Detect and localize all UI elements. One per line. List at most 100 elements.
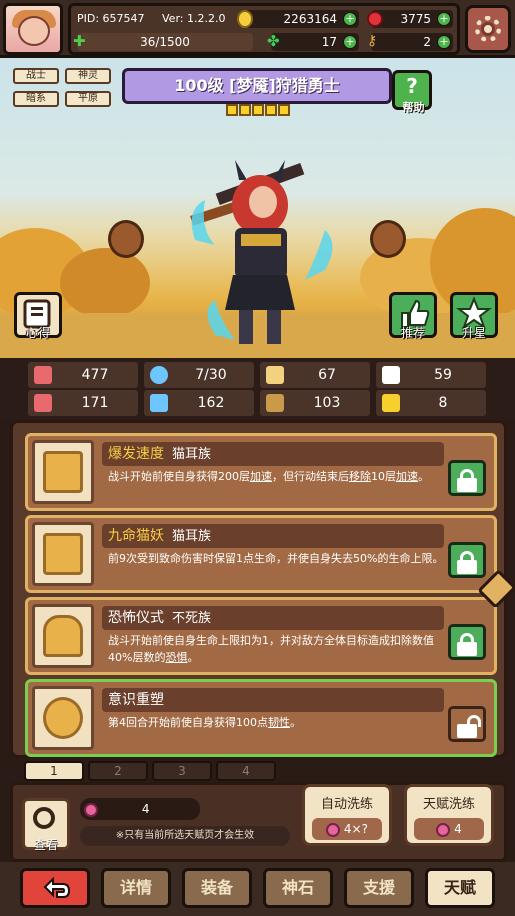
fruit-icon	[436, 822, 451, 837]
unlock-button[interactable]	[448, 706, 486, 742]
clover-value: 17	[321, 35, 337, 49]
magnifier-icon	[33, 807, 55, 829]
tag-plains: 平原	[65, 91, 111, 107]
gear-center	[481, 22, 495, 36]
key-counter: ⚷ 2 +	[367, 33, 453, 51]
nav-talent[interactable]: 天赋	[425, 868, 495, 908]
hero-stats: 477 7/30 67 59 171 162 103 8	[0, 358, 515, 420]
gold-value: 2263164	[283, 12, 337, 26]
talent-name: 爆发速度	[108, 446, 164, 462]
star-up-button[interactable]: 升星	[450, 292, 498, 340]
stat-hp: 477	[28, 362, 138, 388]
stat-mana: 7/30	[144, 362, 254, 388]
talent-wash-cost-value: 4	[454, 822, 462, 836]
keyword-link[interactable]: 移除	[349, 470, 371, 483]
stat-speed: 59	[376, 362, 486, 388]
nav-details[interactable]: 详情	[101, 868, 171, 908]
desc-text: 10层	[371, 470, 396, 483]
hero-sprite	[190, 160, 333, 344]
ruby-gem-icon	[367, 11, 383, 27]
talent-page-tab-1[interactable]: 1	[24, 761, 84, 781]
talent-wash-cost: 4	[414, 818, 484, 840]
add-keys-button[interactable]: +	[437, 35, 451, 49]
settings-button[interactable]	[465, 5, 511, 53]
add-gems-button[interactable]: +	[437, 12, 451, 26]
desc-text: 。	[418, 470, 429, 483]
star-icon	[239, 104, 251, 116]
return-arrow-icon	[43, 876, 71, 898]
clover-icon: ✤	[267, 32, 280, 50]
talent-card[interactable]: 意识重塑 第4回合开始前使自身获得100点韧性。	[25, 679, 497, 757]
desc-text: 。	[290, 716, 301, 729]
water-drop-icon	[150, 366, 168, 384]
talent-page-tab-2[interactable]: 2	[88, 761, 148, 781]
question-icon: ?	[406, 74, 418, 98]
keyword-link[interactable]: 韧性	[268, 716, 290, 729]
add-clover-button[interactable]: +	[343, 35, 357, 49]
auto-wash-cost: 4×?	[312, 818, 382, 840]
back-button[interactable]	[20, 868, 90, 908]
recommend-button[interactable]: 推荐	[389, 292, 437, 340]
auto-wash-button[interactable]: 自动洗练 4×?	[302, 784, 392, 846]
lock-button[interactable]	[448, 460, 486, 496]
desc-text: 第4回合开始前使自身获得100点	[108, 716, 268, 729]
wing-icon	[382, 366, 400, 384]
cat-head-icon	[32, 440, 94, 504]
desc-text: 前9次受到致命伤害时保留1点生命，并使自身失去50%的生命上限。	[108, 552, 444, 565]
nav-god-stone[interactable]: 神石	[263, 868, 333, 908]
player-id: PID: 657547	[77, 11, 145, 25]
recommend-label: 推荐	[400, 326, 425, 340]
talent-page-tab-4[interactable]: 4	[216, 761, 276, 781]
keyword-link[interactable]: 加速	[396, 470, 418, 483]
add-gold-button[interactable]: +	[343, 12, 357, 26]
stat-value: 59	[434, 367, 452, 383]
lock-body	[457, 642, 477, 656]
horseshoe-icon	[382, 394, 400, 412]
skull-icon	[32, 604, 94, 668]
help-button[interactable]: ? 帮助	[392, 70, 432, 114]
help-label: 帮助	[402, 101, 425, 114]
stat-value: 477	[81, 367, 109, 383]
stat-value: 103	[313, 395, 341, 411]
bottom-nav: 详情 装备 神石 支援 天赋	[0, 862, 515, 916]
tag-dark: 暗系	[13, 91, 59, 107]
stat-defense: 67	[260, 362, 370, 388]
talent-desc: 战斗开始前使自身生命上限扣为1，并对敌方全体目标造成扣除数值40%层数的恐惧。	[102, 632, 448, 666]
key-icon: ⚷	[367, 33, 378, 49]
stat-magic: 162	[144, 390, 254, 416]
talent-header: 意识重塑	[102, 688, 444, 712]
player-info-panel: PID: 657547 Ver: 1.2.2.0 2263164 + 3775 …	[68, 3, 460, 55]
next-hero-arrow[interactable]	[370, 220, 406, 258]
talent-card[interactable]: 恐怖仪式 不死族 战斗开始前使自身生命上限扣为1，并对敌方全体目标造成扣除数值40…	[25, 597, 497, 675]
talent-wash-button[interactable]: 天赋洗练 4	[404, 784, 494, 846]
view-label: 查看	[33, 838, 58, 852]
lock-button[interactable]	[448, 624, 486, 660]
game-version: Ver: 1.2.2.0	[162, 11, 226, 25]
nav-equipment[interactable]: 装备	[182, 868, 252, 908]
fist-icon	[34, 394, 52, 412]
desc-text: 。	[187, 651, 199, 664]
stat-attack: 171	[28, 390, 138, 416]
avatar-face	[18, 16, 50, 46]
fruit-icon	[326, 822, 341, 837]
stat-value: 67	[318, 367, 336, 383]
tag-warrior: 战士	[13, 68, 59, 84]
nav-support[interactable]: 支援	[344, 868, 414, 908]
prev-hero-arrow[interactable]	[108, 220, 144, 258]
star-up-label: 升星	[461, 326, 486, 340]
keyword-link[interactable]: 加速	[250, 470, 272, 483]
lock-body	[457, 478, 477, 492]
player-avatar[interactable]	[3, 3, 63, 55]
talent-card[interactable]: 九命猫妖 猫耳族 前9次受到致命伤害时保留1点生命，并使自身失去50%的生命上限。	[25, 515, 497, 593]
autumn-tree	[60, 248, 150, 318]
talent-header: 恐怖仪式 不死族	[102, 606, 444, 630]
hero-title: 100级 [梦魇]狩猎勇士	[122, 68, 392, 104]
talent-page-tab-3[interactable]: 3	[152, 761, 212, 781]
lock-button[interactable]	[448, 542, 486, 578]
notes-button[interactable]: 心得	[14, 292, 62, 340]
keyword-link[interactable]: 恐惧	[165, 651, 187, 664]
energy-bar: ✚ 36/1500	[73, 33, 253, 51]
talent-card[interactable]: 爆发速度 猫耳族 战斗开始前使自身获得200层加速，但行动结束后移除10层加速。	[25, 433, 497, 511]
view-button[interactable]: 查看	[22, 798, 70, 852]
talent-header: 爆发速度 猫耳族	[102, 442, 444, 466]
